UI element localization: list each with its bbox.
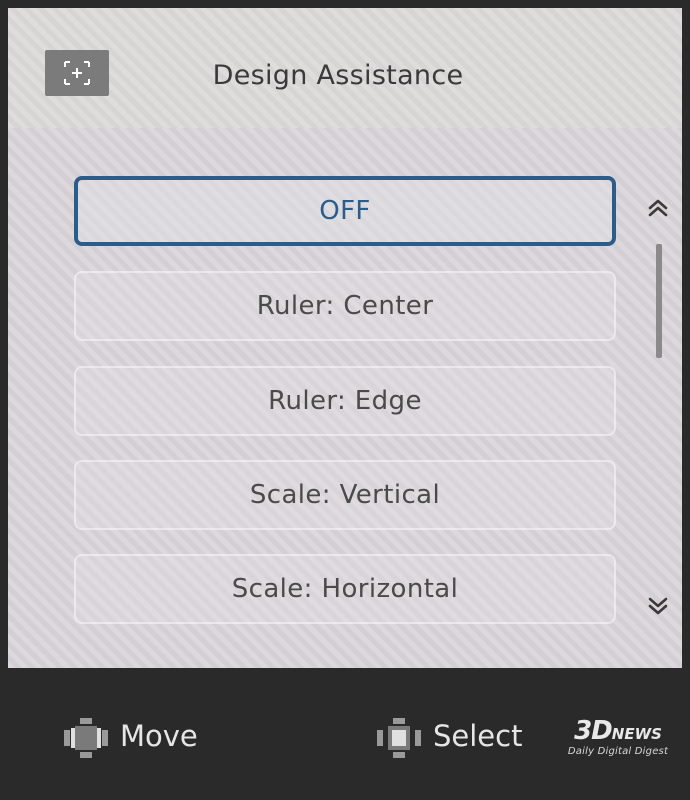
- menu-panel: Design Assistance OFF Ruler: Center Rule…: [8, 8, 682, 668]
- joystick-move-icon: [64, 718, 108, 758]
- scrollbar-thumb[interactable]: [656, 244, 662, 358]
- menu-item-ruler-center[interactable]: Ruler: Center: [74, 271, 616, 341]
- select-label: Select: [433, 719, 523, 753]
- watermark-logo-suffix: NEWS: [611, 725, 662, 743]
- watermark-logo: 3DNEWS Daily Digital Digest: [556, 716, 684, 772]
- page-title: Design Assistance: [212, 60, 464, 91]
- menu-item-scale-vertical[interactable]: Scale: Vertical: [74, 460, 616, 530]
- joystick-select-icon: [377, 718, 421, 758]
- menu-item-scale-horizontal[interactable]: Scale: Horizontal: [74, 554, 616, 624]
- crosshair-frame-icon: [45, 50, 109, 96]
- watermark-tagline: Daily Digital Digest: [567, 746, 669, 757]
- osd-window: Design Assistance OFF Ruler: Center Rule…: [0, 0, 690, 800]
- scroll-up-icon[interactable]: [646, 196, 670, 220]
- scroll-down-icon[interactable]: [646, 594, 670, 618]
- menu-item-ruler-edge[interactable]: Ruler: Edge: [74, 366, 616, 436]
- menu-item-off[interactable]: OFF: [74, 176, 616, 246]
- move-label: Move: [120, 719, 198, 753]
- watermark-logo-main: 3D: [574, 716, 613, 746]
- panel-header: Design Assistance: [8, 8, 682, 128]
